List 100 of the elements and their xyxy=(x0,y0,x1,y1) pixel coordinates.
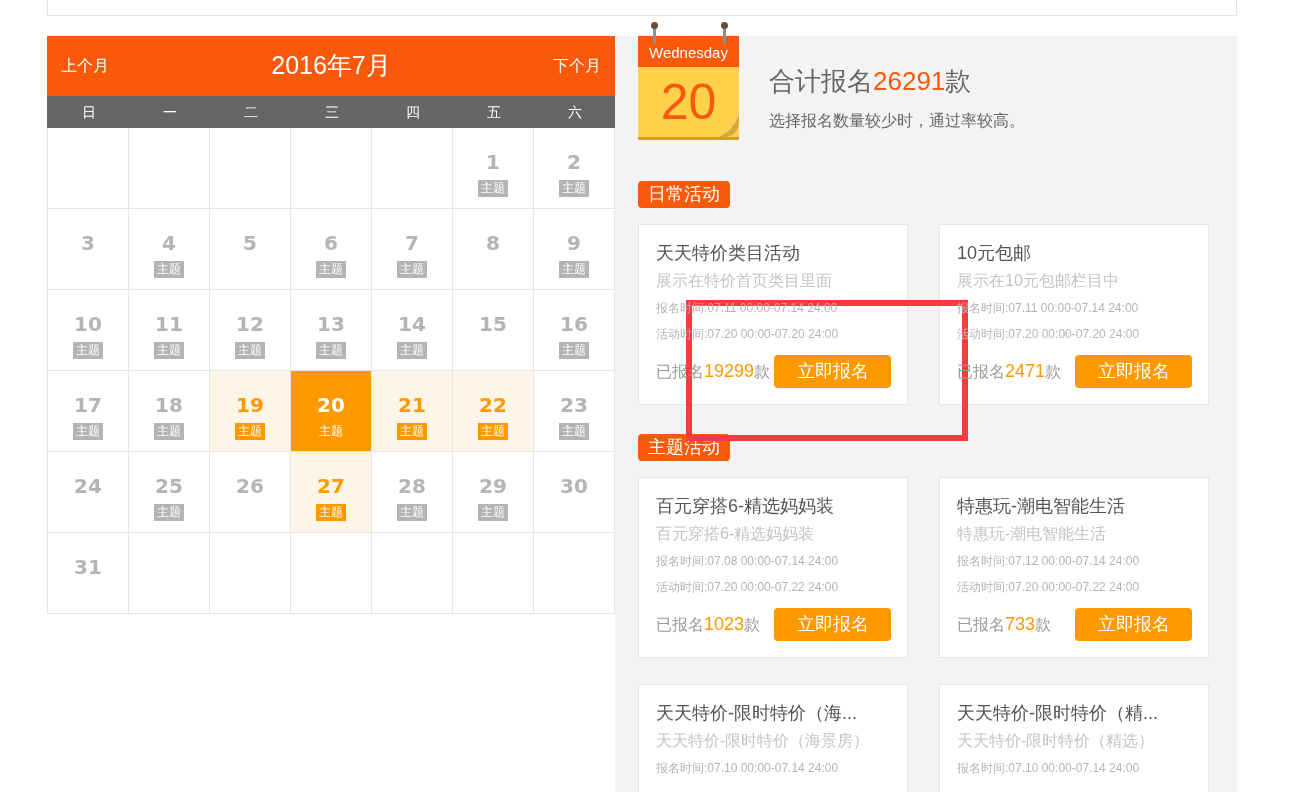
month-title: 2016年7月 xyxy=(271,50,391,82)
calendar-day-cell[interactable]: 8 xyxy=(453,209,534,290)
calendar-day-cell[interactable]: 15 xyxy=(453,290,534,371)
calendar-day-cell[interactable]: 22 主题 xyxy=(453,371,534,452)
weekday-label: 六 xyxy=(567,103,582,122)
activity-period: 活动时间:07.20 00:00-07.20 24:00 xyxy=(656,326,840,343)
day-number: 5 xyxy=(243,231,257,255)
activity-description: 百元穿搭6-精选妈妈装 xyxy=(656,524,816,544)
day-number: 3 xyxy=(81,231,95,255)
calendar-day-cell[interactable]: 25 主题 xyxy=(129,452,210,533)
activity-description: 天天特价-限时特价（精选） xyxy=(957,731,1156,751)
calendar-day-cell[interactable]: 4 主题 xyxy=(129,209,210,290)
signup-count: 已报名733款 xyxy=(957,613,1052,636)
calendar-day-cell[interactable]: 2 主题 xyxy=(534,128,615,209)
topic-tag: 主题 xyxy=(73,342,103,359)
day-number: 10 xyxy=(74,312,102,336)
day-number: 9 xyxy=(567,231,581,255)
calendar-day-cell[interactable]: 6 主题 xyxy=(291,209,372,290)
topic-tag: 主题 xyxy=(73,423,103,440)
calendar-day-cell[interactable]: 31 xyxy=(48,533,129,614)
calendar-day-cell[interactable]: 10 主题 xyxy=(48,290,129,371)
activity-description: 天天特价-限时特价（海景房） xyxy=(656,731,871,751)
calendar-day-cell[interactable]: 24 xyxy=(48,452,129,533)
calendar-day-cell[interactable]: 12 主题 xyxy=(210,290,291,371)
activity-title: 天天特价-限时特价（海... xyxy=(656,702,858,725)
calendar-day-cell[interactable]: 23 主题 xyxy=(534,371,615,452)
day-number: 28 xyxy=(398,474,426,498)
topic-tag: 主题 xyxy=(397,342,427,359)
previous-month-link[interactable]: 上个月 xyxy=(61,54,109,78)
activity-title: 百元穿搭6-精选妈妈装 xyxy=(656,495,835,518)
signup-period: 报名时间:07.08 00:00-07.14 24:00 xyxy=(656,553,840,570)
day-number: 31 xyxy=(74,555,102,579)
day-number: 30 xyxy=(560,474,588,498)
topic-tag: 主题 xyxy=(316,423,346,440)
topic-tag: 主题 xyxy=(397,261,427,278)
topic-tag: 主题 xyxy=(478,423,508,440)
signup-button[interactable]: 立即报名 xyxy=(1075,355,1192,388)
day-number: 4 xyxy=(162,231,176,255)
topic-tag: 主题 xyxy=(316,342,346,359)
topic-tag: 主题 xyxy=(154,261,184,278)
calendar-day-cell[interactable]: 20 主题 xyxy=(291,371,372,452)
calendar-day-cell[interactable]: 30 xyxy=(534,452,615,533)
page-curl-icon xyxy=(719,115,739,137)
calendar-day-cell[interactable]: 17 主题 xyxy=(48,371,129,452)
calendar-day-cell[interactable]: 16 主题 xyxy=(534,290,615,371)
topic-tag: 主题 xyxy=(316,261,346,278)
topic-tag: 主题 xyxy=(154,423,184,440)
day-number: 18 xyxy=(155,393,183,417)
signup-button[interactable]: 立即报名 xyxy=(1075,608,1192,641)
binder-ring-icon xyxy=(651,22,658,44)
day-number: 24 xyxy=(74,474,102,498)
activity-title: 天天特价-限时特价（精... xyxy=(957,702,1159,725)
day-number: 21 xyxy=(398,393,426,417)
calendar-day-cell[interactable]: 9 主题 xyxy=(534,209,615,290)
day-number: 15 xyxy=(479,312,507,336)
binder-ring-icon xyxy=(721,22,728,44)
calendar-day-cell[interactable]: 29 主题 xyxy=(453,452,534,533)
day-number: 11 xyxy=(155,312,183,336)
next-month-link[interactable]: 下个月 xyxy=(553,54,601,78)
signup-button[interactable]: 立即报名 xyxy=(774,355,891,388)
activity-title: 10元包邮 xyxy=(957,242,1033,265)
calendar-day-cell[interactable]: 3 xyxy=(48,209,129,290)
day-number: 26 xyxy=(236,474,264,498)
calendar-day-cell[interactable]: 11 主题 xyxy=(129,290,210,371)
topic-tag: 主题 xyxy=(478,504,508,521)
topic-tag: 主题 xyxy=(478,180,508,197)
topic-tag: 主题 xyxy=(235,423,265,440)
day-number: 8 xyxy=(486,231,500,255)
day-number: 27 xyxy=(317,474,345,498)
topic-tag: 主题 xyxy=(559,423,589,440)
weekday-banner: Wednesday xyxy=(638,36,739,67)
signup-button[interactable]: 立即报名 xyxy=(774,608,891,641)
total-signups-text: 合计报名26291款 xyxy=(769,65,973,98)
calendar-day-cell[interactable]: 26 xyxy=(210,452,291,533)
calendar-day-cell[interactable]: 19 主题 xyxy=(210,371,291,452)
signup-count: 已报名1023款 xyxy=(656,613,761,636)
day-number: 12 xyxy=(236,312,264,336)
calendar-day-cell[interactable]: 1 主题 xyxy=(453,128,534,209)
calendar-day-cell[interactable]: 21 主题 xyxy=(372,371,453,452)
day-number: 14 xyxy=(398,312,426,336)
calendar-day-cell[interactable]: 28 主题 xyxy=(372,452,453,533)
calendar-day-cell[interactable]: 14 主题 xyxy=(372,290,453,371)
calendar-day-cell[interactable]: 7 主题 xyxy=(372,209,453,290)
calendar-day-cell[interactable]: 27 主题 xyxy=(291,452,372,533)
day-number: 2 xyxy=(567,150,581,174)
calendar-day-cell[interactable]: 13 主题 xyxy=(291,290,372,371)
day-number: 17 xyxy=(74,393,102,417)
day-number: 13 xyxy=(317,312,345,336)
signup-period: 报名时间:07.10 00:00-07.14 24:00 xyxy=(656,760,840,777)
topic-tag: 主题 xyxy=(559,342,589,359)
calendar-day-cell[interactable]: 18 主题 xyxy=(129,371,210,452)
topic-tag: 主题 xyxy=(559,180,589,197)
activity-period: 活动时间:07.20 00:00-07.20 24:00 xyxy=(957,326,1141,343)
topic-tag: 主题 xyxy=(154,504,184,521)
activity-period: 活动时间:07.20 00:00-07.22 24:00 xyxy=(957,579,1141,596)
day-number: 23 xyxy=(560,393,588,417)
activity-title: 特惠玩-潮电智能生活 xyxy=(957,495,1126,518)
signup-period: 报名时间:07.12 00:00-07.14 24:00 xyxy=(957,553,1141,570)
topic-tag: 主题 xyxy=(559,261,589,278)
calendar-day-cell[interactable]: 5 xyxy=(210,209,291,290)
